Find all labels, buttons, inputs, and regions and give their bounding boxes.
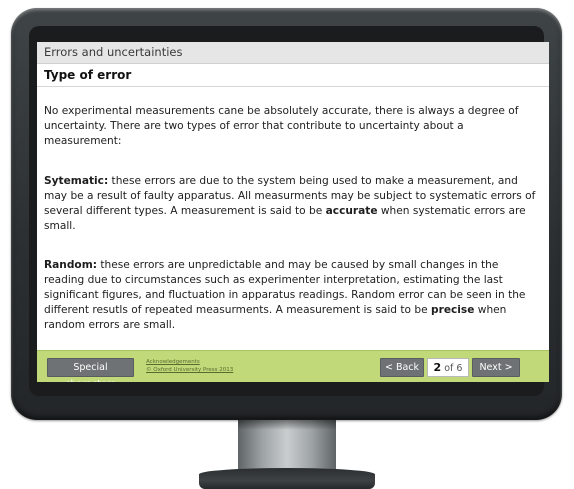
monitor-stand-base (199, 468, 375, 489)
intro-paragraph: No experimental measurements cane be abs… (44, 105, 519, 147)
back-button[interactable]: < Back (380, 358, 424, 377)
screen: Errors and uncertainties Type of error N… (37, 42, 549, 382)
footer-bar: Special characters Acknowledgements © Ox… (37, 350, 549, 382)
title-bar: Errors and uncertainties (37, 42, 549, 64)
footer-divider (37, 350, 549, 351)
page-indicator: 2 of 6 (427, 358, 469, 377)
random-paragraph: Random: these errors are unpredictable a… (44, 258, 540, 333)
systematic-term: Sytematic: (44, 175, 109, 187)
special-characters-button[interactable]: Special characters (47, 358, 134, 382)
current-page-number: 2 (433, 361, 442, 374)
app-title: Errors and uncertainties (44, 45, 183, 59)
systematic-paragraph: Sytematic: these errors are due to the s… (44, 174, 540, 234)
copyright-link[interactable]: © Oxford University Press 2013 (146, 366, 233, 374)
credits: Acknowledgements © Oxford University Pre… (146, 358, 233, 374)
acknowledgements-link[interactable]: Acknowledgements (146, 358, 233, 366)
next-button[interactable]: Next > (472, 358, 520, 377)
accurate-keyword: accurate (325, 205, 378, 217)
page-title: Type of error (44, 68, 132, 82)
random-term: Random: (44, 259, 97, 271)
monitor-stand-shadow (238, 420, 336, 430)
page-total: of 6 (444, 363, 463, 374)
precise-keyword: precise (431, 304, 475, 316)
heading-divider (37, 86, 549, 87)
